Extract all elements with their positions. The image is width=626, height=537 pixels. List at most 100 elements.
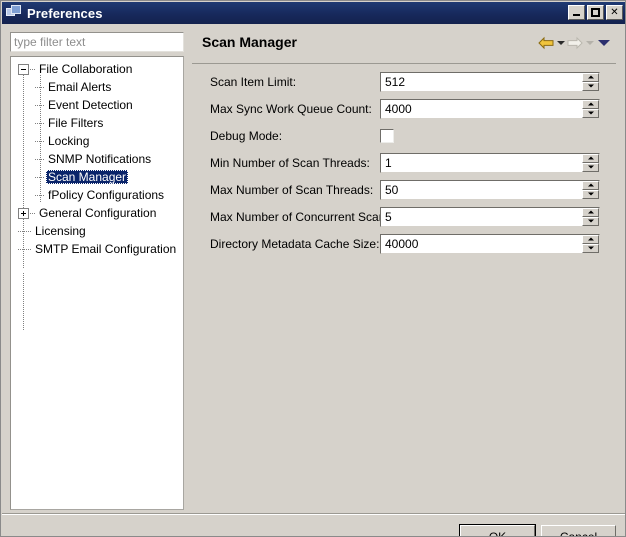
minimize-button[interactable] — [568, 5, 585, 20]
spinner-value[interactable]: 4000 — [381, 103, 582, 115]
field-label: Debug Mode: — [210, 128, 283, 143]
spinner-scan-item-limit[interactable]: 512 — [380, 71, 600, 92]
forward-dropdown-icon[interactable] — [583, 36, 596, 50]
field-label: Max Sync Work Queue Count: — [210, 101, 372, 116]
field-label: Max Number of Concurrent Scans: — [210, 209, 395, 224]
spinner-down-button[interactable] — [582, 81, 599, 91]
spinner-value[interactable]: 40000 — [381, 238, 582, 250]
tree-branch-line — [35, 122, 44, 124]
back-dropdown-icon[interactable] — [554, 36, 567, 50]
spinner-value[interactable]: 512 — [381, 76, 582, 88]
spinner-value[interactable]: 1 — [381, 157, 582, 169]
spinner-buttons — [582, 153, 599, 172]
chevron-down-icon — [587, 84, 594, 88]
cancel-button[interactable]: Cancel — [541, 525, 616, 536]
chevron-up-icon — [587, 237, 594, 241]
header-divider — [192, 63, 616, 64]
chevron-down-icon — [587, 192, 594, 196]
chevron-up-icon — [587, 75, 594, 79]
tree-item-smtp-email-configuration[interactable]: SMTP Email Configuration — [11, 240, 183, 258]
spinner-max-number-of-scan-threads[interactable]: 50 — [380, 179, 600, 200]
spinner-down-button[interactable] — [582, 189, 599, 199]
spinner-value[interactable]: 50 — [381, 184, 582, 196]
tree-item-snmp-notifications[interactable]: SNMP Notifications — [11, 150, 183, 168]
dialog-body: type filter text File Collaboration Email… — [2, 24, 625, 536]
back-arrow-icon[interactable] — [538, 36, 554, 50]
tree-item-label: SNMP Notifications — [48, 152, 152, 166]
spinner-value[interactable]: 5 — [381, 211, 582, 223]
tree-branch-line — [30, 212, 36, 214]
preferences-dialog: Preferences ✕ type filter text File Coll… — [0, 0, 626, 537]
settings-form: Scan Item Limit: 512 Max Sync Work Queue C… — [192, 68, 625, 257]
expand-icon[interactable] — [18, 207, 29, 219]
spinner-up-button[interactable] — [582, 99, 599, 109]
spinner-up-button[interactable] — [582, 72, 599, 82]
field-label: Max Number of Scan Threads: — [210, 182, 374, 197]
tree-item-email-alerts[interactable]: Email Alerts — [11, 78, 183, 96]
view-menu-icon[interactable] — [596, 36, 612, 50]
field-row-min-number-of-scan-threads: Min Number of Scan Threads: 1 — [192, 149, 625, 176]
spinner-up-button[interactable] — [582, 153, 599, 163]
tree-guide-line — [23, 273, 24, 331]
chevron-down-icon — [587, 246, 594, 250]
tree-branch-line — [30, 68, 36, 70]
tree-item-file-collaboration[interactable]: File Collaboration — [11, 60, 183, 78]
chevron-down-icon — [587, 111, 594, 115]
collapse-icon[interactable] — [18, 63, 29, 75]
preferences-tree[interactable]: File Collaboration Email Alerts Event Dete… — [10, 56, 184, 510]
tree-item-licensing[interactable]: Licensing — [11, 222, 183, 240]
spinner-max-number-of-concurrent-scans[interactable]: 5 — [380, 206, 600, 227]
chevron-down-icon — [587, 165, 594, 169]
tree-item-event-detection[interactable]: Event Detection — [11, 96, 183, 114]
tree-item-scan-manager[interactable]: Scan Manager — [11, 168, 183, 186]
field-row-max-number-of-scan-threads: Max Number of Scan Threads: 50 — [192, 176, 625, 203]
field-row-max-sync-work-queue-count: Max Sync Work Queue Count: 4000 — [192, 95, 625, 122]
tree-branch-line — [35, 104, 44, 106]
field-row-directory-metadata-cache-size: Directory Metadata Cache Size: 40000 — [192, 230, 625, 257]
spinner-buttons — [582, 234, 599, 253]
tree-item-locking[interactable]: Locking — [11, 132, 183, 150]
tree-item-label: General Configuration — [39, 206, 157, 220]
page-title: Scan Manager — [202, 34, 297, 50]
spinner-up-button[interactable] — [582, 180, 599, 190]
window-controls: ✕ — [568, 5, 623, 20]
forward-arrow-icon[interactable] — [567, 36, 583, 50]
chevron-up-icon — [587, 102, 594, 106]
tree-item-label: File Filters — [48, 116, 104, 130]
back-arrow-glyph — [538, 36, 554, 50]
tree-item-fpolicy-configurations[interactable]: fPolicy Configurations — [11, 186, 183, 204]
filter-input[interactable]: type filter text — [10, 32, 184, 52]
tree-item-label: File Collaboration — [39, 62, 133, 76]
spinner-buttons — [582, 180, 599, 199]
spinner-up-button[interactable] — [582, 234, 599, 244]
content-header: Scan Manager — [192, 24, 625, 62]
field-label: Min Number of Scan Threads: — [210, 155, 370, 170]
chevron-up-icon — [587, 156, 594, 160]
spinner-down-button[interactable] — [582, 162, 599, 172]
checkbox-debug-mode[interactable] — [380, 128, 394, 143]
spinner-down-button[interactable] — [582, 243, 599, 253]
dialog-footer: OK Cancel — [2, 515, 625, 536]
spinner-directory-metadata-cache-size[interactable]: 40000 — [380, 233, 600, 254]
spinner-max-sync-work-queue-count[interactable]: 4000 — [380, 98, 600, 119]
tree-branch-line — [35, 194, 44, 196]
spinner-buttons — [582, 207, 599, 226]
content-panel: Scan Manager Scan Item Limit: 512 Max Sy… — [192, 24, 625, 511]
spinner-down-button[interactable] — [582, 216, 599, 226]
field-label: Directory Metadata Cache Size: — [210, 236, 380, 251]
spinner-min-number-of-scan-threads[interactable]: 1 — [380, 152, 600, 173]
tree-item-label: Licensing — [35, 224, 86, 238]
tree-item-general-configuration[interactable]: General Configuration — [11, 204, 183, 222]
tree-branch-line — [35, 140, 44, 142]
spinner-buttons — [582, 99, 599, 118]
spinner-down-button[interactable] — [582, 108, 599, 118]
ok-button[interactable]: OK — [459, 524, 536, 536]
tree-branch-line — [35, 86, 44, 88]
close-button[interactable]: ✕ — [606, 5, 623, 20]
tree-item-file-filters[interactable]: File Filters — [11, 114, 183, 132]
tree-item-label: Email Alerts — [48, 80, 112, 94]
tree-item-label: Event Detection — [48, 98, 133, 112]
spinner-up-button[interactable] — [582, 207, 599, 217]
maximize-button[interactable] — [587, 5, 604, 20]
tree-branch-line — [18, 248, 31, 250]
